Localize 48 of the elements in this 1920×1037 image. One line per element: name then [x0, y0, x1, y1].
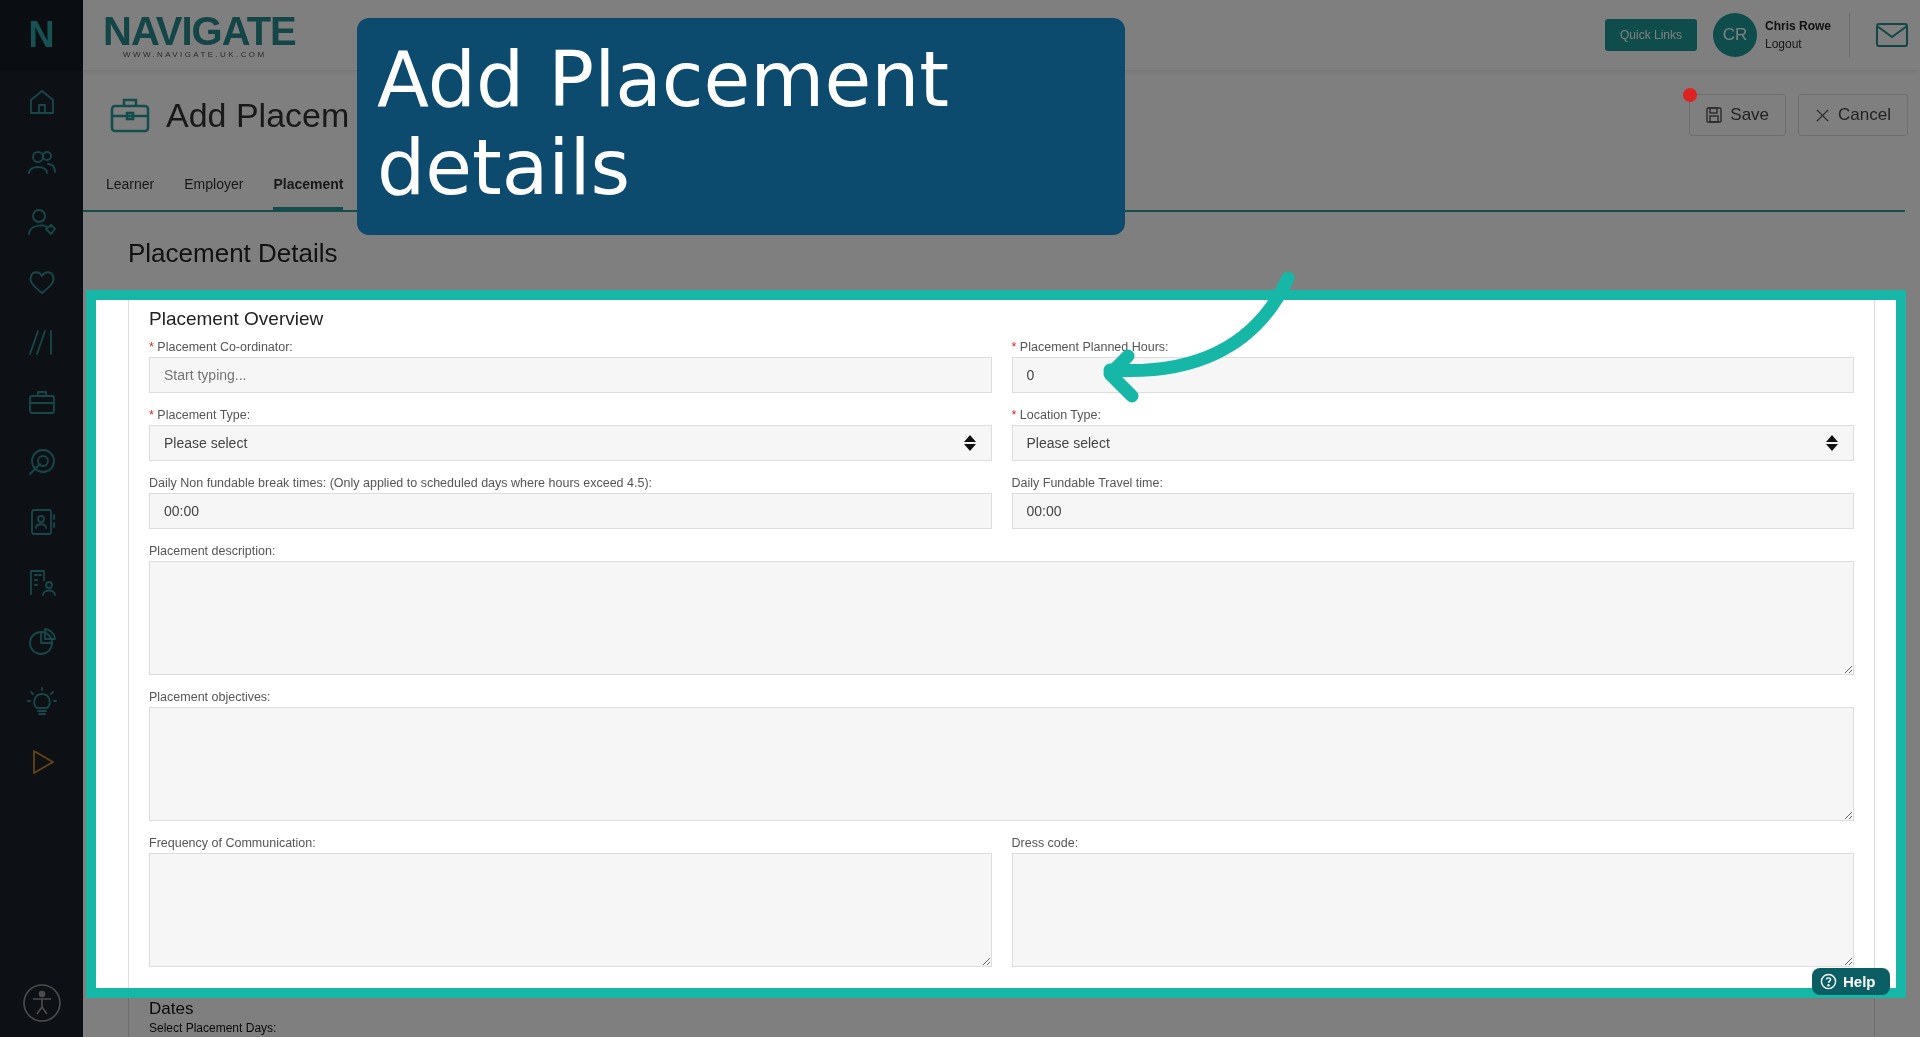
tab[interactable]: Employer [184, 160, 244, 210]
briefcase-icon [110, 97, 150, 133]
field-label: * Location Type: [1011, 408, 1102, 422]
logo-tagline: WWW.NAVIGATE.UK.COM [122, 49, 268, 59]
user-avatar[interactable]: CR [1713, 13, 1757, 57]
help-button[interactable]: Help [1812, 968, 1890, 995]
input-field[interactable]: 0 [1011, 357, 1854, 393]
field-label: Placement objectives: [149, 690, 272, 704]
text-area[interactable] [1011, 853, 1854, 967]
field-label: * Placement Type: [149, 408, 252, 422]
mail-icon[interactable] [1876, 23, 1908, 47]
field-label: * Placement Co-ordinator: [149, 340, 294, 354]
save-icon [1706, 107, 1723, 123]
input-field[interactable]: Start typing... [149, 357, 992, 393]
logo-text[interactable]: NAVIGATE [103, 11, 296, 50]
accessibility-icon[interactable] [21, 983, 62, 1023]
field-label: Placement description: [149, 544, 277, 558]
close-icon [1815, 107, 1831, 123]
field-label: Select Placement Days: [149, 1021, 277, 1035]
input-field[interactable]: 00:00 [149, 493, 992, 529]
section-title: Dates [149, 999, 194, 1019]
tab[interactable]: Placement [273, 160, 344, 210]
section-title: Placement Details [127, 237, 339, 270]
form-title: Placement Overview [149, 308, 325, 330]
text-area[interactable] [149, 707, 1854, 821]
sort-arrows-icon [962, 434, 977, 452]
quick-links-button[interactable]: Quick Links [1604, 19, 1697, 51]
select-field[interactable]: Please select [149, 425, 992, 461]
save-button[interactable]: Save [1689, 94, 1787, 136]
field-label: Daily Fundable Travel time: [1011, 476, 1164, 490]
field-label: Dress code: [1011, 836, 1080, 850]
input-field[interactable]: 00:00 [1011, 493, 1854, 529]
lightbulb-icon[interactable] [25, 686, 58, 718]
person-tag-icon[interactable] [25, 206, 58, 238]
cancel-button[interactable]: Cancel [1798, 94, 1908, 136]
text-area[interactable] [149, 853, 992, 967]
sort-arrows-icon [1825, 434, 1839, 452]
page-title: Add Placem [166, 95, 350, 135]
select-field[interactable]: Please select [1011, 425, 1854, 461]
field-label: Daily Non fundable break times: (Only applied to scheduled days where hours exceed 4.5): [149, 476, 654, 490]
field-label: Frequency of Communication: [149, 836, 317, 850]
logout-link[interactable]: Logout [1765, 37, 1831, 51]
callout-text: Add Placement details [357, 18, 1125, 235]
field-label: * Placement Planned Hours: [1011, 340, 1170, 354]
user-name: Chris Rowe [1765, 19, 1831, 33]
text-area[interactable] [149, 561, 1854, 675]
help-icon [1820, 973, 1837, 990]
tab[interactable]: Learner [106, 160, 155, 210]
